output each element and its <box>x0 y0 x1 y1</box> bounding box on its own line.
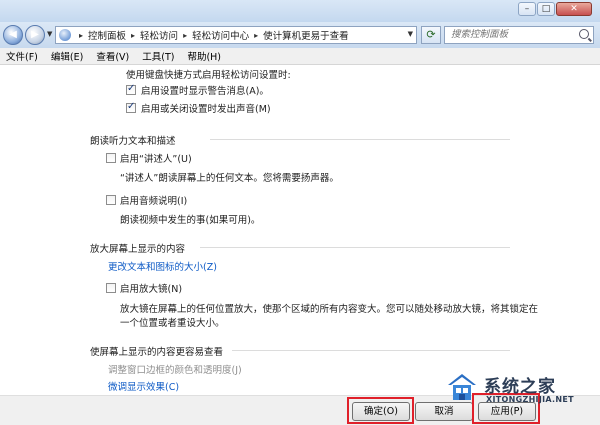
narrator-description: “讲述人”朗读屏幕上的任何文本。您将需要扬声器。 <box>120 173 339 184</box>
magnify-section-heading: 放大屏幕上显示的内容 <box>90 244 186 255</box>
recent-pages-dropdown[interactable]: ▼ <box>47 30 52 38</box>
menu-edit[interactable]: 编辑(E) <box>51 49 83 63</box>
magnifier-description-cont: 一个位置或者重设大小。 <box>120 318 225 329</box>
arrow-right-icon: ▶ <box>31 29 39 40</box>
refresh-icon: ⟳ <box>426 28 436 41</box>
menu-view[interactable]: 查看(V) <box>96 49 129 63</box>
audio-description-checkbox[interactable] <box>106 195 116 205</box>
magnifier-checkbox[interactable] <box>106 283 116 293</box>
menu-file[interactable]: 文件(F) <box>6 49 38 63</box>
breadcrumb-item[interactable]: 控制面板 <box>88 28 126 42</box>
chevron-right-icon: ▸ <box>79 30 84 40</box>
menu-bar: 文件(F) 编辑(E) 查看(V) 工具(T) 帮助(H) <box>0 48 600 65</box>
shortcut-intro-text: 使用键盘快捷方式启用轻松访问设置时: <box>126 70 291 81</box>
chevron-right-icon: ▸ <box>183 30 188 40</box>
window-border-color-link[interactable]: 调整窗口边框的颜色和透明度(J) <box>108 362 242 376</box>
watermark-domain: XITONGZHIJIA.NET <box>486 395 574 404</box>
chevron-right-icon: ▸ <box>131 30 136 40</box>
magnifier-description: 放大镜在屏幕上的任何位置放大，使那个区域的所有内容变大。您可以随处移动放大镜，将… <box>120 304 539 315</box>
address-dropdown-icon[interactable]: ▼ <box>408 30 413 38</box>
search-box[interactable] <box>444 26 594 44</box>
audio-description-label[interactable]: 启用音频说明(I) <box>120 193 187 207</box>
fine-tune-display-link[interactable]: 微调显示效果(C) <box>108 379 179 393</box>
breadcrumb: ▸ 控制面板 ▸ 轻松访问 ▸ 轻松访问中心 ▸ 使计算机更易于查看 <box>74 28 349 43</box>
title-bar: – □ ✕ <box>0 0 600 22</box>
watermark-name: 系统之家 <box>484 377 556 397</box>
search-input[interactable] <box>451 29 571 40</box>
house-logo-icon <box>448 374 476 400</box>
breadcrumb-item[interactable]: 轻松访问 <box>140 28 178 42</box>
section-divider <box>210 139 510 140</box>
ok-highlight-box <box>347 397 414 424</box>
audio-description-text: 朗读视频中发生的事(如果可用)。 <box>120 215 261 226</box>
menu-help[interactable]: 帮助(H) <box>187 49 221 63</box>
magnifier-label[interactable]: 启用放大镜(N) <box>120 281 182 295</box>
watermark-logo: 系统之家 XITONGZHIJIA.NET <box>446 368 596 408</box>
sound-on-toggle-label[interactable]: 启用或关闭设置时发出声音(M) <box>141 101 271 115</box>
narrator-section-heading: 朗读听力文本和描述 <box>90 136 176 147</box>
search-icon[interactable] <box>579 29 589 39</box>
menu-tools[interactable]: 工具(T) <box>142 49 174 63</box>
warning-message-checkbox[interactable] <box>126 83 136 95</box>
easier-view-section-heading: 使屏幕上显示的内容更容易查看 <box>90 347 224 358</box>
maximize-button[interactable]: □ <box>537 2 555 16</box>
narrator-checkbox[interactable] <box>106 153 116 163</box>
breadcrumb-item[interactable]: 使计算机更易于查看 <box>263 28 349 42</box>
address-bar-row: ◀ ▶ ▼ ▸ 控制面板 ▸ 轻松访问 ▸ 轻松访问中心 ▸ 使计算机更易于查看… <box>0 22 600 48</box>
arrow-left-icon: ◀ <box>9 29 17 40</box>
forward-button[interactable]: ▶ <box>25 25 45 45</box>
section-divider <box>200 247 510 248</box>
narrator-label[interactable]: 启用“讲述人”(U) <box>120 151 192 165</box>
change-text-size-link[interactable]: 更改文本和图标的大小(Z) <box>108 259 217 273</box>
address-bar[interactable]: ▸ 控制面板 ▸ 轻松访问 ▸ 轻松访问中心 ▸ 使计算机更易于查看 ▼ <box>55 26 417 44</box>
refresh-button[interactable]: ⟳ <box>421 26 441 44</box>
chevron-right-icon: ▸ <box>254 30 259 40</box>
minimize-button[interactable]: – <box>518 2 536 16</box>
sound-on-toggle-checkbox[interactable] <box>126 101 136 113</box>
settings-content: 使用键盘快捷方式启用轻松访问设置时: 启用设置时显示警告消息(A)。 启用或关闭… <box>0 65 600 395</box>
window-controls: – □ ✕ <box>518 2 592 16</box>
back-button[interactable]: ◀ <box>3 25 23 45</box>
close-button[interactable]: ✕ <box>556 2 592 16</box>
section-divider <box>232 350 510 351</box>
control-panel-icon <box>59 29 71 41</box>
warning-message-label[interactable]: 启用设置时显示警告消息(A)。 <box>141 83 269 97</box>
breadcrumb-item[interactable]: 轻松访问中心 <box>192 28 249 42</box>
